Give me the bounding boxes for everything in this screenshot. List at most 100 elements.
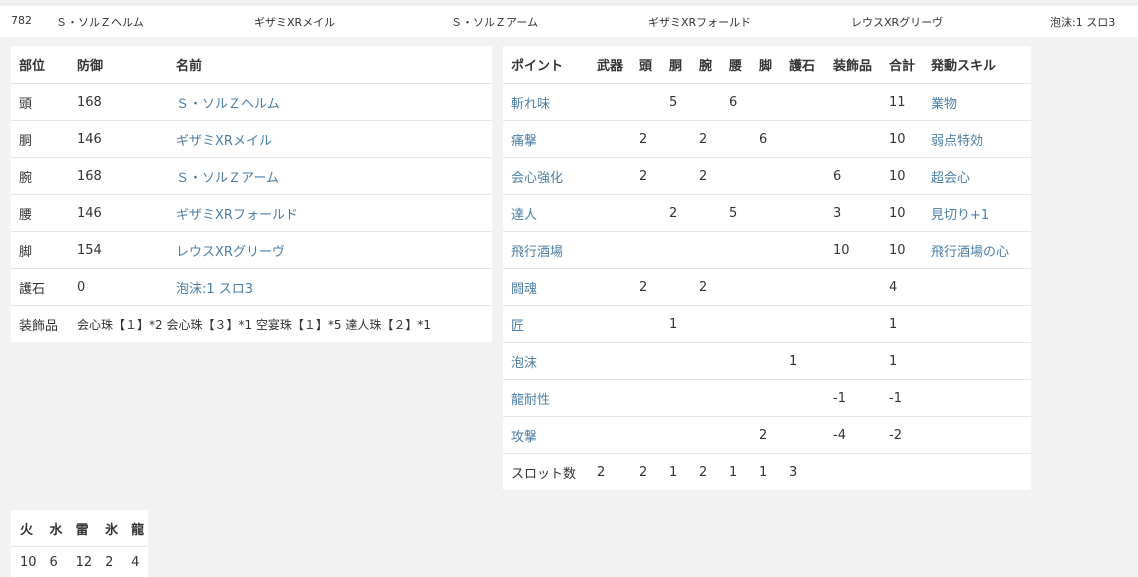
slot-weapon: 2 xyxy=(589,454,631,491)
armor-name-link[interactable]: Ｓ・ソルＺアーム xyxy=(176,171,279,186)
element-value-dragon: 4 xyxy=(122,547,148,577)
armor-name-link[interactable]: ギザミXRフォールド xyxy=(176,208,298,223)
element-header-dragon: 龍 xyxy=(122,510,148,547)
skill-point-link[interactable]: 攻撃 xyxy=(511,430,537,445)
skill-head-cell xyxy=(631,380,661,417)
skill-total-cell: 1 xyxy=(881,306,923,343)
skill-total-cell: -1 xyxy=(881,380,923,417)
skill-charm-cell xyxy=(781,195,825,232)
skill-arm-cell xyxy=(691,380,721,417)
armor-row-head: 頭 168 Ｓ・ソルＺヘルム xyxy=(11,84,492,121)
skill-body-cell xyxy=(661,121,691,158)
skill-waist-cell: 6 xyxy=(721,84,751,121)
skill-waist-cell: 5 xyxy=(721,195,751,232)
skill-weapon-cell xyxy=(589,380,631,417)
skill-deco-cell xyxy=(825,84,881,121)
skill-point-link[interactable]: 闘魂 xyxy=(511,282,537,297)
skill-header-charm: 護石 xyxy=(781,46,825,84)
element-value-row: 10 6 12 2 4 xyxy=(11,547,148,577)
skill-header-skill: 発動スキル xyxy=(923,46,1031,84)
skill-header-weapon: 武器 xyxy=(589,46,631,84)
summary-leg: レウスXRグリーヴ xyxy=(851,14,943,30)
skill-charm-cell: 1 xyxy=(781,343,825,380)
skill-weapon-cell xyxy=(589,121,631,158)
element-header-fire: 火 xyxy=(11,510,41,547)
skill-total-cell: 1 xyxy=(881,343,923,380)
skill-point-link[interactable]: 達人 xyxy=(511,208,537,223)
activated-skill-link[interactable]: 業物 xyxy=(931,97,957,112)
skill-head-cell xyxy=(631,306,661,343)
armor-name-link[interactable]: 泡沫:1 スロ3 xyxy=(176,282,253,297)
skill-charm-cell xyxy=(781,84,825,121)
skill-header-leg: 脚 xyxy=(751,46,781,84)
slot-leg: 1 xyxy=(751,454,781,491)
skill-row: 痛撃22610弱点特効 xyxy=(503,121,1031,158)
armor-name-link[interactable]: Ｓ・ソルＺヘルム xyxy=(176,97,280,112)
skill-head-cell xyxy=(631,417,661,454)
skill-header-point: ポイント xyxy=(503,46,589,84)
armor-deco-label: 装飾品 xyxy=(11,306,69,343)
armor-row-deco: 装飾品 会心珠【１】*2 会心珠【３】*1 空宴珠【１】*5 達人珠【２】*1 xyxy=(11,306,492,343)
skill-row: 斬れ味5611業物 xyxy=(503,84,1031,121)
armor-name-link[interactable]: レウスXRグリーヴ xyxy=(176,245,285,260)
activated-skill-link[interactable]: 飛行酒場の心 xyxy=(931,245,1009,260)
skill-body-cell: 5 xyxy=(661,84,691,121)
skill-row: 匠 1 1 xyxy=(503,306,1031,343)
skill-arm-cell xyxy=(691,195,721,232)
armor-name-link[interactable]: ギザミXRメイル xyxy=(176,134,272,149)
skill-row: 龍耐性-1-1 xyxy=(503,380,1031,417)
skill-head-cell xyxy=(631,343,661,380)
skill-leg-cell: 6 xyxy=(751,121,781,158)
summary-arm: Ｓ・ソルＺアーム xyxy=(451,14,538,30)
skill-deco-cell xyxy=(825,121,881,158)
skill-charm-cell xyxy=(781,417,825,454)
skill-point-link[interactable]: 泡沫 xyxy=(511,356,537,371)
skill-weapon-cell xyxy=(589,195,631,232)
skill-charm-cell xyxy=(781,158,825,195)
skill-arm-cell xyxy=(691,343,721,380)
skill-row: 泡沫 1 1 xyxy=(503,343,1031,380)
slot-charm: 3 xyxy=(781,454,825,491)
skill-point-link[interactable]: 痛撃 xyxy=(511,134,537,149)
skill-body-cell: 1 xyxy=(661,306,691,343)
skill-row: 達人25310見切り+1 xyxy=(503,195,1031,232)
skill-leg-cell xyxy=(751,195,781,232)
armor-table-header: 部位 防御 名前 xyxy=(11,46,492,84)
skill-point-link[interactable]: 龍耐性 xyxy=(511,393,550,408)
activated-skill-link[interactable]: 弱点特効 xyxy=(931,134,983,149)
skill-header-body: 胴 xyxy=(661,46,691,84)
activated-skill-link[interactable]: 見切り+1 xyxy=(931,208,989,223)
skill-header-total: 合計 xyxy=(881,46,923,84)
skill-charm-cell xyxy=(781,269,825,306)
skill-point-link[interactable]: 斬れ味 xyxy=(511,97,550,112)
summary-bar: 782 Ｓ・ソルＺヘルム ギザミXRメイル Ｓ・ソルＺアーム ギザミXRフォール… xyxy=(0,4,1138,37)
skill-table-header: ポイント 武器 頭 胴 腕 腰 脚 護石 装飾品 合計 発動スキル xyxy=(503,46,1031,84)
skill-head-cell: 2 xyxy=(631,158,661,195)
skill-point-link[interactable]: 匠 xyxy=(511,319,524,334)
skill-waist-cell xyxy=(721,380,751,417)
skill-charm-cell xyxy=(781,306,825,343)
skill-leg-cell xyxy=(751,232,781,269)
skill-deco-cell xyxy=(825,306,881,343)
skill-arm-cell xyxy=(691,417,721,454)
skill-waist-cell xyxy=(721,417,751,454)
skill-point-link[interactable]: 会心強化 xyxy=(511,171,563,186)
skill-header-head: 頭 xyxy=(631,46,661,84)
armor-part: 胴 xyxy=(11,121,69,158)
element-value-ice: 2 xyxy=(96,547,122,577)
skill-total-cell: 10 xyxy=(881,232,923,269)
skill-deco-cell: 6 xyxy=(825,158,881,195)
armor-part: 脚 xyxy=(11,232,69,269)
skill-body-cell xyxy=(661,158,691,195)
skill-point-link[interactable]: 飛行酒場 xyxy=(511,245,563,260)
skill-leg-cell xyxy=(751,269,781,306)
armor-part: 腕 xyxy=(11,158,69,195)
skill-weapon-cell xyxy=(589,158,631,195)
skill-charm-cell xyxy=(781,232,825,269)
activated-skill-link[interactable]: 超会心 xyxy=(931,171,970,186)
armor-def: 146 xyxy=(69,195,168,232)
skill-body-cell xyxy=(661,269,691,306)
skill-head-cell: 2 xyxy=(631,269,661,306)
skill-waist-cell xyxy=(721,343,751,380)
armor-def: 0 xyxy=(69,269,168,306)
